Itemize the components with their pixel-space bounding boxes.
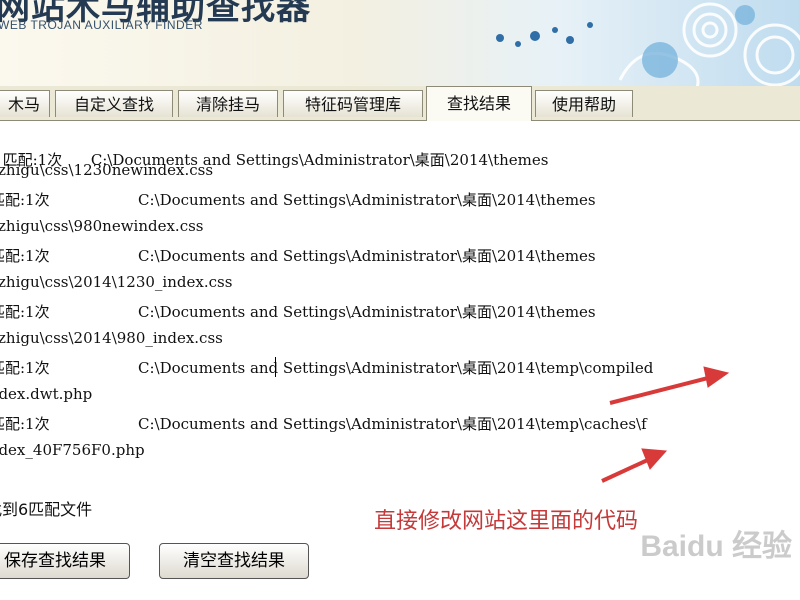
app-banner: 网站木马辅助查找器 WEB TROJAN AUXILIARY FINDER: [0, 0, 800, 86]
tab-clear-trojan[interactable]: 清除挂马: [178, 90, 278, 117]
result-continuation: zhigu\css\1230newindex.css: [0, 161, 214, 179]
tab-signature-library[interactable]: 特征码管理库: [283, 90, 423, 117]
result-continuation: zhigu\css\2014\1230_index.css: [0, 273, 233, 291]
watermark: Baidu 经验: [640, 530, 792, 563]
clear-results-button[interactable]: 清空查找结果: [159, 543, 309, 579]
save-results-button[interactable]: 保存查找结果: [0, 543, 130, 579]
result-path: C:\Documents and Settings\Administrator\…: [138, 247, 596, 265]
results-summary: 找到6匹配文件: [0, 500, 93, 519]
text-caret: [275, 357, 276, 377]
tab-trojan[interactable]: 木马: [0, 90, 50, 117]
result-path: C:\Documents and Settings\Administrator\…: [138, 359, 654, 377]
result-continuation: zhigu\css\2014\980_index.css: [0, 329, 223, 347]
results-textarea[interactable]: 匹配:1次 C:\Documents and Settings\Administ…: [0, 121, 800, 531]
tab-bar: 木马 自定义查找 清除挂马 特征码管理库 查找结果 使用帮助: [0, 86, 800, 121]
result-path: C:\Documents and Settings\Administrator\…: [138, 303, 596, 321]
result-match-count: 匹配:1次: [0, 415, 50, 433]
result-line-partial: 匹配:1次 C:\Documents and Settings\Administ…: [0, 131, 549, 179]
result-match-count: 匹配:1次: [0, 303, 50, 321]
result-path: C:\Documents and Settings\Administrator\…: [138, 415, 647, 433]
result-match-count: 匹配:1次: [0, 247, 50, 265]
decorative-swirl-art: [496, 2, 800, 86]
result-continuation: index.dwt.php: [0, 385, 93, 403]
tab-custom-search[interactable]: 自定义查找: [55, 90, 173, 117]
annotation-note: 直接修改网站这里面的代码: [374, 509, 639, 534]
result-match-count: 匹配:1次: [0, 359, 50, 377]
tab-help[interactable]: 使用帮助: [535, 90, 633, 117]
tab-search-results[interactable]: 查找结果: [426, 86, 532, 121]
result-match-count: 匹配:1次: [0, 191, 50, 209]
result-path: C:\Documents and Settings\Administrator\…: [138, 191, 596, 209]
results-panel: 匹配:1次 C:\Documents and Settings\Administ…: [0, 121, 800, 600]
app-subtitle: WEB TROJAN AUXILIARY FINDER: [0, 18, 203, 32]
result-continuation: zhigu\css\980newindex.css: [0, 217, 204, 235]
result-continuation: index_40F756F0.php: [0, 441, 145, 459]
